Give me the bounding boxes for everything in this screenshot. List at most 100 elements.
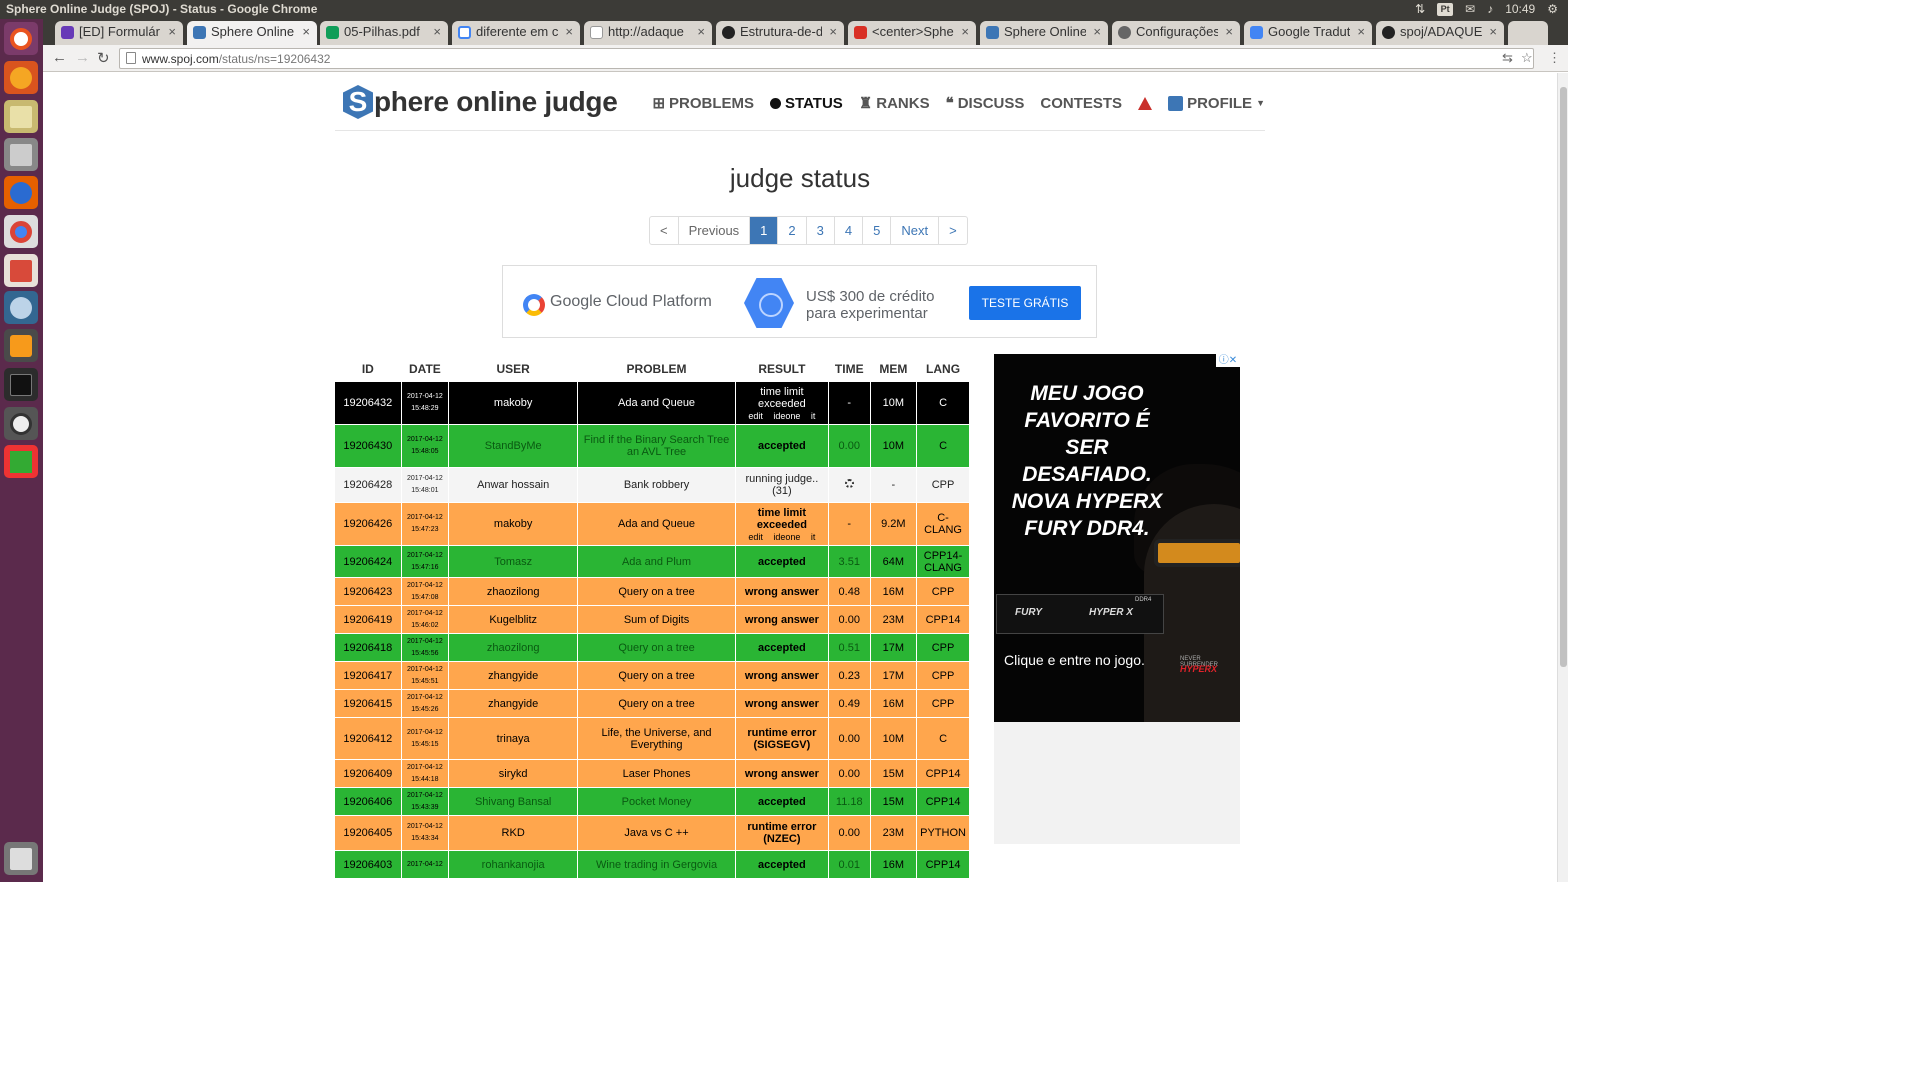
submission-id-cell[interactable]: 19206417 xyxy=(335,662,401,689)
submission-id[interactable]: 19206409 xyxy=(343,768,392,780)
problem-cell[interactable]: Query on a tree xyxy=(578,662,735,689)
submission-id[interactable]: 19206412 xyxy=(343,733,392,745)
user-link[interactable]: zhangyide xyxy=(488,670,538,682)
submission-id-cell[interactable]: 19206428 xyxy=(335,468,401,502)
problem-cell[interactable]: Life, the Universe, and Everything xyxy=(578,718,735,759)
result-links[interactable]: edit ideone it xyxy=(739,411,825,421)
user-link[interactable]: zhaozilong xyxy=(487,642,540,654)
keyboard-layout-indicator[interactable]: Pt xyxy=(1437,2,1454,16)
submission-id-cell[interactable]: 19206426 xyxy=(335,503,401,545)
submission-id[interactable]: 19206419 xyxy=(343,614,392,626)
close-tab-icon[interactable]: × xyxy=(1093,24,1101,39)
submission-id-cell[interactable]: 19206409 xyxy=(335,760,401,787)
tab-settings[interactable]: Configurações × xyxy=(1112,21,1240,45)
submission-id[interactable]: 19206428 xyxy=(343,479,392,491)
page-info-icon[interactable] xyxy=(126,52,136,64)
submission-id[interactable]: 19206403 xyxy=(343,859,392,871)
result-links[interactable]: edit ideone it xyxy=(739,532,825,542)
problem-link[interactable]: Life, the Universe, and Everything xyxy=(601,727,711,751)
mail-icon[interactable]: ✉ xyxy=(1465,2,1475,16)
user-cell[interactable]: sirykd xyxy=(449,760,578,787)
nav-discuss[interactable]: ❝ DISCUSS xyxy=(946,94,1025,113)
close-tab-icon[interactable]: × xyxy=(168,24,176,39)
user-link[interactable]: RKD xyxy=(502,827,525,839)
user-cell[interactable]: zhangyide xyxy=(449,690,578,717)
problem-link[interactable]: Ada and Queue xyxy=(618,518,695,530)
hyperx-ad[interactable]: MEU JOGO FAVORITO É SER DESAFIADO. NOVA … xyxy=(994,354,1240,722)
user-cell[interactable]: StandByMe xyxy=(449,425,578,467)
submission-id[interactable]: 19206426 xyxy=(343,518,392,530)
tab-spoj-status[interactable]: Sphere Online × xyxy=(187,21,317,45)
postgres-icon[interactable] xyxy=(4,291,38,324)
problem-cell[interactable]: Query on a tree xyxy=(578,578,735,605)
close-tab-icon[interactable]: × xyxy=(1225,24,1233,39)
nav-profile[interactable]: PROFILE ▼ xyxy=(1168,94,1265,112)
tab-adaque[interactable]: http://adaque × xyxy=(584,21,712,45)
user-cell[interactable]: Anwar hossain xyxy=(449,468,578,502)
nav-contests[interactable]: CONTESTS xyxy=(1040,94,1122,112)
user-cell[interactable]: zhangyide xyxy=(449,662,578,689)
submission-id-cell[interactable]: 19206415 xyxy=(335,690,401,717)
submission-id[interactable]: 19206432 xyxy=(343,397,392,409)
problem-cell[interactable]: Ada and Plum xyxy=(578,546,735,577)
sublime-text-icon[interactable] xyxy=(4,329,38,362)
sublime-editor-icon[interactable] xyxy=(4,61,38,94)
user-link[interactable]: Tomasz xyxy=(494,556,532,568)
user-link[interactable]: zhaozilong xyxy=(487,586,540,598)
user-cell[interactable]: RKD xyxy=(449,816,578,850)
close-tab-icon[interactable]: × xyxy=(565,24,573,39)
problem-link[interactable]: Java vs C ++ xyxy=(624,827,688,839)
user-cell[interactable]: zhaozilong xyxy=(449,634,578,661)
problem-link[interactable]: Query on a tree xyxy=(618,586,694,598)
forward-arrow-icon[interactable]: → xyxy=(75,49,90,66)
user-link[interactable]: makoby xyxy=(494,518,533,530)
document-viewer-icon[interactable] xyxy=(4,254,38,287)
submission-id-cell[interactable]: 19206423 xyxy=(335,578,401,605)
ubuntu-dash-icon[interactable] xyxy=(4,22,38,55)
submission-id-cell[interactable]: 19206403 xyxy=(335,851,401,878)
terminal-icon[interactable] xyxy=(4,368,38,401)
pagination-next[interactable]: Next xyxy=(890,217,938,244)
tab-pilhas-pdf[interactable]: 05-Pilhas.pdf × xyxy=(320,21,448,45)
problem-link[interactable]: Ada and Plum xyxy=(622,556,691,568)
user-link[interactable]: sirykd xyxy=(499,768,528,780)
submission-id[interactable]: 19206406 xyxy=(343,796,392,808)
page-scrollbar[interactable] xyxy=(1557,73,1568,882)
pagination-page-5[interactable]: 5 xyxy=(862,217,890,244)
close-tab-icon[interactable]: × xyxy=(697,24,705,39)
user-link[interactable]: StandByMe xyxy=(485,440,542,452)
problem-cell[interactable]: Sum of Digits xyxy=(578,606,735,633)
user-link[interactable]: Shivang Bansal xyxy=(475,796,551,808)
chrome-icon[interactable] xyxy=(4,215,38,248)
pagination-page-1[interactable]: 1 xyxy=(749,217,778,244)
reload-icon[interactable]: ↻ xyxy=(97,49,110,67)
pagination-page-2[interactable]: 2 xyxy=(777,217,805,244)
problem-cell[interactable]: Query on a tree xyxy=(578,634,735,661)
user-link[interactable]: rohankanojia xyxy=(482,859,545,871)
back-arrow-icon[interactable]: ← xyxy=(52,49,67,66)
nav-ranks[interactable]: ♜ RANKS xyxy=(859,94,930,113)
translate-page-icon[interactable]: ⇆ xyxy=(1502,50,1513,66)
close-tab-icon[interactable]: × xyxy=(829,24,837,39)
pagination-last[interactable]: > xyxy=(938,217,967,244)
network-icon[interactable]: ⇅ xyxy=(1415,2,1425,16)
problem-link[interactable]: Bank robbery xyxy=(624,479,689,491)
problem-link[interactable]: Query on a tree xyxy=(618,642,694,654)
new-tab-button[interactable] xyxy=(1508,21,1548,45)
pagination-page-3[interactable]: 3 xyxy=(805,217,834,244)
problem-cell[interactable]: Find if the Binary Search Tree an AVL Tr… xyxy=(578,425,735,467)
user-cell[interactable]: zhaozilong xyxy=(449,578,578,605)
pagination-first[interactable]: < xyxy=(650,217,678,244)
problem-link[interactable]: Find if the Binary Search Tree an AVL Tr… xyxy=(584,434,730,458)
problem-cell[interactable]: Pocket Money xyxy=(578,788,735,815)
tab-google-translate[interactable]: Google Tradut × xyxy=(1244,21,1372,45)
google-cloud-ad-banner[interactable]: Google Cloud Platform US$ 300 de crédito… xyxy=(502,265,1097,338)
user-link[interactable]: zhangyide xyxy=(488,698,538,710)
tab-spoj-2[interactable]: Sphere Online × xyxy=(980,21,1108,45)
submission-id-cell[interactable]: 19206412 xyxy=(335,718,401,759)
tab-github-spoj[interactable]: spoj/ADAQUE × xyxy=(1376,21,1504,45)
close-tab-icon[interactable]: × xyxy=(1489,24,1497,39)
submission-id[interactable]: 19206415 xyxy=(343,698,392,710)
user-link[interactable]: Anwar hossain xyxy=(477,479,549,491)
problem-cell[interactable]: Query on a tree xyxy=(578,690,735,717)
